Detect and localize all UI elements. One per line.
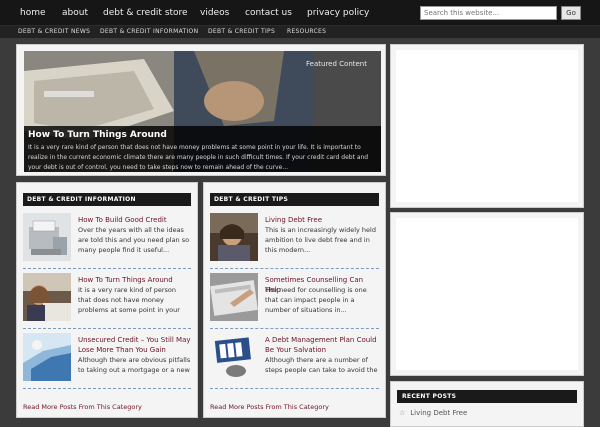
list-item: Living Debt Free This is an increasingly… bbox=[210, 213, 379, 269]
featured-slider[interactable]: Featured Content How To Turn Things Arou… bbox=[24, 51, 381, 172]
subnav-resources[interactable]: RESOURCES bbox=[287, 28, 326, 35]
post-title[interactable]: Living Debt Free bbox=[265, 215, 379, 225]
featured-caption: How To Turn Things Around It is a very r… bbox=[24, 126, 381, 172]
search-input[interactable] bbox=[420, 6, 557, 20]
nav-about[interactable]: about bbox=[62, 8, 88, 18]
nav-debt-credit-store[interactable]: debt & credit store bbox=[103, 8, 188, 18]
read-more-link[interactable]: Read More Posts From This Category bbox=[23, 403, 142, 411]
post-excerpt: Although there are a number of steps peo… bbox=[265, 356, 378, 374]
list-item: Sometimes Counselling Can Help The need … bbox=[210, 273, 379, 329]
recent-posts-header: RECENT POSTS bbox=[397, 390, 577, 403]
sidebar-widget-top bbox=[390, 44, 584, 208]
post-thumbnail[interactable] bbox=[210, 273, 258, 321]
nav-home[interactable]: home bbox=[20, 8, 46, 18]
featured-content-box: Featured Content How To Turn Things Arou… bbox=[16, 44, 386, 176]
post-thumbnail[interactable] bbox=[23, 213, 71, 261]
post-excerpt: The need for counselling is one that can… bbox=[265, 286, 367, 314]
nav-videos[interactable]: videos bbox=[200, 8, 229, 18]
post-thumbnail[interactable] bbox=[210, 213, 258, 261]
post-excerpt: It is a very rare kind of person that do… bbox=[78, 286, 180, 314]
subnav-debt-credit-tips[interactable]: DEBT & CREDIT TIPS bbox=[208, 28, 275, 35]
post-title[interactable]: How To Build Good Credit bbox=[78, 215, 191, 225]
category-box-tips: DEBT & CREDIT TIPS Living Debt Free This… bbox=[203, 182, 386, 418]
search-button[interactable]: Go bbox=[561, 6, 581, 20]
post-excerpt: This is an increasingly widely held ambi… bbox=[265, 226, 376, 254]
subnav-debt-credit-information[interactable]: DEBT & CREDIT INFORMATION bbox=[100, 28, 198, 35]
list-item: How To Build Good Credit Over the years … bbox=[23, 213, 191, 269]
post-thumbnail[interactable] bbox=[23, 273, 71, 321]
post-thumbnail[interactable] bbox=[210, 333, 258, 381]
featured-title[interactable]: How To Turn Things Around bbox=[28, 130, 377, 140]
recent-post-item[interactable]: ☆ Living Debt Free bbox=[399, 409, 467, 417]
post-thumbnail[interactable] bbox=[23, 333, 71, 381]
top-navigation: home about debt & credit store videos co… bbox=[0, 0, 600, 26]
nav-privacy-policy[interactable]: privacy policy bbox=[307, 8, 369, 18]
featured-excerpt: It is a very rare kind of person that do… bbox=[28, 144, 369, 171]
post-excerpt: Although there are obvious pitfalls to t… bbox=[78, 356, 191, 374]
sidebar-ad-area bbox=[396, 218, 578, 370]
list-item: A Debt Management Plan Could Be Your Sal… bbox=[210, 333, 379, 389]
featured-tag-label: Featured Content bbox=[306, 60, 367, 68]
category-header: DEBT & CREDIT INFORMATION bbox=[23, 193, 191, 206]
post-title[interactable]: A Debt Management Plan Could Be Your Sal… bbox=[265, 335, 379, 355]
read-more-link[interactable]: Read More Posts From This Category bbox=[210, 403, 329, 411]
category-header: DEBT & CREDIT TIPS bbox=[210, 193, 379, 206]
post-excerpt: Over the years with all the ideas are to… bbox=[78, 226, 190, 254]
list-item: How To Turn Things Around It is a very r… bbox=[23, 273, 191, 329]
post-title[interactable]: Unsecured Credit – You Still May Lose Mo… bbox=[78, 335, 191, 355]
post-title[interactable]: How To Turn Things Around bbox=[78, 275, 191, 285]
category-navigation: DEBT & CREDIT NEWS DEBT & CREDIT INFORMA… bbox=[0, 26, 600, 38]
category-box-information: DEBT & CREDIT INFORMATION How To Build G… bbox=[16, 182, 198, 418]
recent-posts-widget: RECENT POSTS ☆ Living Debt Free bbox=[390, 381, 584, 427]
subnav-debt-credit-news[interactable]: DEBT & CREDIT NEWS bbox=[18, 28, 90, 35]
recent-post-title: Living Debt Free bbox=[410, 409, 468, 417]
sidebar-ad-area bbox=[396, 50, 578, 202]
list-item: Unsecured Credit – You Still May Lose Mo… bbox=[23, 333, 191, 389]
nav-contact-us[interactable]: contact us bbox=[245, 8, 292, 18]
sidebar-widget-middle bbox=[390, 212, 584, 376]
bullet-icon: ☆ bbox=[399, 409, 406, 417]
